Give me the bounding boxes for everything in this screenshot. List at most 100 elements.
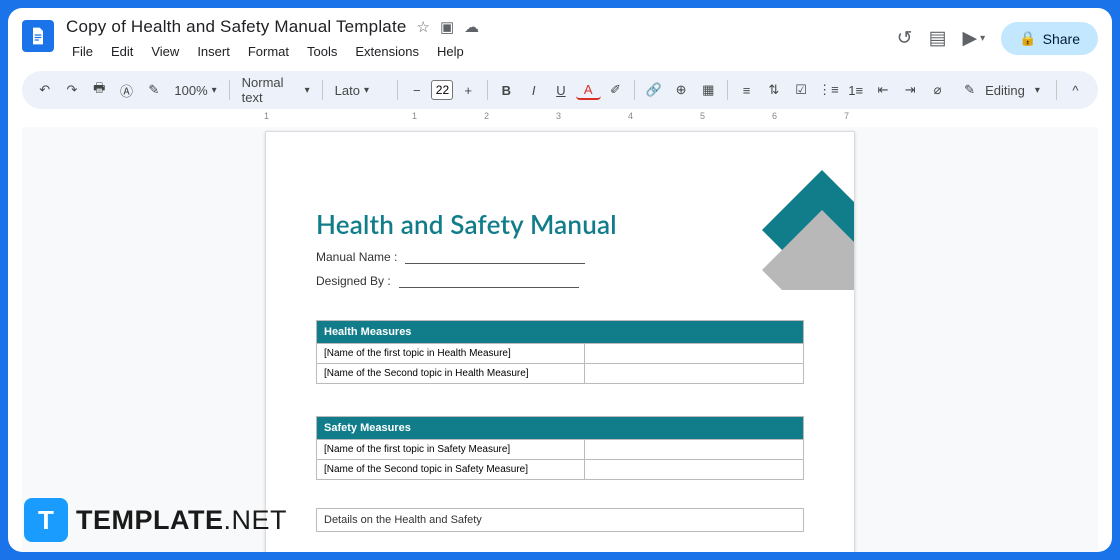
increase-font-button[interactable]: + xyxy=(455,77,480,103)
menu-extensions[interactable]: Extensions xyxy=(349,41,425,62)
ruler-mark: 4 xyxy=(628,111,633,121)
menu-bar: File Edit View Insert Format Tools Exten… xyxy=(66,41,885,62)
checklist-button[interactable]: ☑ xyxy=(788,77,813,103)
field-underline xyxy=(399,274,579,288)
ruler-mark: 3 xyxy=(556,111,561,121)
ruler-mark: 1 xyxy=(412,111,417,121)
table-cell[interactable] xyxy=(584,364,803,384)
print-button[interactable]: 🖶 xyxy=(87,77,112,103)
menu-edit[interactable]: Edit xyxy=(105,41,139,62)
table-cell[interactable] xyxy=(584,440,803,460)
menu-insert[interactable]: Insert xyxy=(191,41,236,62)
watermark: T TEMPLATE.NET xyxy=(24,498,287,542)
paint-format-button[interactable]: ✎ xyxy=(141,77,166,103)
underline-button[interactable]: U xyxy=(548,77,573,103)
field-label: Manual Name : xyxy=(316,250,397,264)
undo-button[interactable]: ↶ xyxy=(32,77,57,103)
health-measures-table[interactable]: Health Measures [Name of the first topic… xyxy=(316,320,804,384)
style-value: Normal text xyxy=(242,75,301,105)
menu-view[interactable]: View xyxy=(145,41,185,62)
app-frame: Copy of Health and Safety Manual Templat… xyxy=(8,8,1112,552)
bold-button[interactable]: B xyxy=(494,77,519,103)
watermark-suffix: .NET xyxy=(224,505,288,535)
details-section[interactable]: Details on the Health and Safety xyxy=(316,508,804,532)
add-comment-button[interactable]: ⊕ xyxy=(668,77,693,103)
menu-format[interactable]: Format xyxy=(242,41,295,62)
separator xyxy=(1056,80,1057,100)
cloud-status-icon[interactable]: ☁ xyxy=(464,18,479,36)
document-area[interactable]: Health and Safety Manual Manual Name : D… xyxy=(22,127,1098,552)
star-icon[interactable]: ☆ xyxy=(417,18,430,36)
line-spacing-button[interactable]: ⇅ xyxy=(761,77,786,103)
highlight-button[interactable]: ✐ xyxy=(603,77,628,103)
separator xyxy=(727,80,728,100)
menu-file[interactable]: File xyxy=(66,41,99,62)
lock-icon: 🔒 xyxy=(1019,30,1036,47)
document-heading[interactable]: Health and Safety Manual xyxy=(316,208,804,240)
separator xyxy=(322,80,323,100)
insert-link-button[interactable]: 🔗 xyxy=(641,77,666,103)
table-cell[interactable]: [Name of the Second topic in Health Meas… xyxy=(317,364,585,384)
meet-button[interactable]: ▶▾ xyxy=(963,27,986,50)
title-area: Copy of Health and Safety Manual Templat… xyxy=(66,16,885,62)
decrease-font-button[interactable]: − xyxy=(404,77,429,103)
safety-measures-table[interactable]: Safety Measures [Name of the first topic… xyxy=(316,416,804,480)
comments-icon[interactable]: ▤ xyxy=(929,27,947,50)
toolbar: ↶ ↷ 🖶 Ⓐ ✎ 100%▾ Normal text ▾ Lato▾ − + B… xyxy=(22,71,1098,109)
ruler-mark: 2 xyxy=(484,111,489,121)
table-header[interactable]: Safety Measures xyxy=(317,417,804,440)
table-row: [Name of the first topic in Safety Measu… xyxy=(317,440,804,460)
hide-menus-button[interactable]: ^ xyxy=(1063,77,1088,103)
menu-help[interactable]: Help xyxy=(431,41,470,62)
docs-logo[interactable] xyxy=(22,20,54,52)
pencil-icon: ✎ xyxy=(964,82,975,98)
move-icon[interactable]: ▣ xyxy=(440,18,454,36)
menu-tools[interactable]: Tools xyxy=(301,41,343,62)
watermark-icon: T xyxy=(24,498,68,542)
chevron-down-icon: ▾ xyxy=(1035,85,1040,96)
zoom-dropdown[interactable]: 100%▾ xyxy=(168,83,222,98)
history-icon[interactable]: ↺ xyxy=(897,27,913,50)
field-designed-by[interactable]: Designed By : xyxy=(316,274,804,288)
field-label: Designed By : xyxy=(316,274,391,288)
chevron-down-icon: ▾ xyxy=(305,85,310,96)
table-header[interactable]: Health Measures xyxy=(317,321,804,344)
separator xyxy=(487,80,488,100)
table-row: [Name of the Second topic in Safety Meas… xyxy=(317,460,804,480)
mode-dropdown[interactable]: ✎ Editing ▾ xyxy=(954,82,1050,98)
numbered-list-button[interactable]: 1≡ xyxy=(843,77,868,103)
table-cell[interactable]: [Name of the Second topic in Safety Meas… xyxy=(317,460,585,480)
style-dropdown[interactable]: Normal text ▾ xyxy=(236,75,316,105)
ruler-mark: 1 xyxy=(264,111,269,121)
camera-icon: ▶ xyxy=(963,27,978,50)
insert-image-button[interactable]: ▦ xyxy=(696,77,721,103)
header-right: ↺ ▤ ▶▾ 🔒 Share xyxy=(897,22,1098,55)
bullet-list-button[interactable]: ⋮≡ xyxy=(816,77,841,103)
table-cell[interactable] xyxy=(584,344,803,364)
font-dropdown[interactable]: Lato▾ xyxy=(329,83,392,98)
redo-button[interactable]: ↷ xyxy=(59,77,84,103)
clear-formatting-button[interactable]: ⌀ xyxy=(925,77,950,103)
spellcheck-button[interactable]: Ⓐ xyxy=(114,77,139,103)
chevron-down-icon: ▾ xyxy=(212,85,217,96)
decrease-indent-button[interactable]: ⇤ xyxy=(870,77,895,103)
table-cell[interactable]: [Name of the first topic in Safety Measu… xyxy=(317,440,585,460)
share-button[interactable]: 🔒 Share xyxy=(1001,22,1098,55)
separator xyxy=(397,80,398,100)
corner-decoration xyxy=(762,170,855,290)
mode-label: Editing xyxy=(985,83,1025,98)
page[interactable]: Health and Safety Manual Manual Name : D… xyxy=(265,131,855,552)
table-cell[interactable] xyxy=(584,460,803,480)
italic-button[interactable]: I xyxy=(521,77,546,103)
field-manual-name[interactable]: Manual Name : xyxy=(316,250,804,264)
document-title[interactable]: Copy of Health and Safety Manual Templat… xyxy=(66,17,407,37)
field-underline xyxy=(405,250,585,264)
font-size-input[interactable] xyxy=(431,80,453,100)
ruler[interactable]: 1 1 2 3 4 5 6 7 xyxy=(22,109,1098,127)
increase-indent-button[interactable]: ⇥ xyxy=(898,77,923,103)
text-color-button[interactable]: A xyxy=(576,80,601,100)
table-cell[interactable]: [Name of the first topic in Health Measu… xyxy=(317,344,585,364)
chevron-down-icon: ▾ xyxy=(364,85,369,96)
align-button[interactable]: ≡ xyxy=(734,77,759,103)
docs-logo-icon xyxy=(28,24,48,48)
